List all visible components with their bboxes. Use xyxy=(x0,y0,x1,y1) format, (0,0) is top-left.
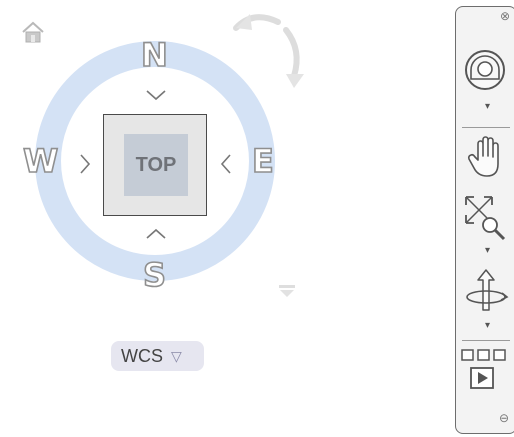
nav-divider xyxy=(462,340,510,341)
viewcube-face-top[interactable]: TOP xyxy=(124,134,188,196)
ucs-menu-button[interactable]: WCS ▽ xyxy=(111,341,204,371)
ucs-menu-label: WCS xyxy=(121,345,163,366)
options-icon[interactable]: ⊖ xyxy=(499,411,509,425)
orbit-icon[interactable] xyxy=(462,266,510,318)
viewcube-menu-icon[interactable] xyxy=(277,283,299,299)
compass-north[interactable]: N xyxy=(140,35,168,75)
showmotion-icon[interactable] xyxy=(460,348,512,396)
steering-wheel-icon[interactable] xyxy=(462,47,508,93)
caret-down-icon: ▽ xyxy=(171,347,182,364)
chevron-right-icon[interactable] xyxy=(78,152,92,176)
chevron-up-icon[interactable] xyxy=(144,227,168,241)
nav-divider xyxy=(462,127,510,128)
compass-east[interactable]: E xyxy=(251,141,274,181)
orbit-dropdown-icon[interactable]: ▾ xyxy=(485,320,490,331)
compass-south[interactable]: S xyxy=(142,255,167,295)
viewcube-face-label: TOP xyxy=(135,153,177,176)
steering-wheel-dropdown-icon[interactable]: ▾ xyxy=(485,101,490,112)
close-icon[interactable]: ⊗ xyxy=(500,9,510,23)
pan-hand-icon[interactable] xyxy=(466,134,508,180)
chevron-left-icon[interactable] xyxy=(219,152,233,176)
rotate-view-icon[interactable] xyxy=(228,4,318,94)
chevron-down-icon[interactable] xyxy=(144,88,168,102)
compass-west[interactable]: W xyxy=(22,141,59,181)
navigation-bar: ⊗ ▾ ▾ ▾ ⊖ xyxy=(455,6,514,434)
zoom-dropdown-icon[interactable]: ▾ xyxy=(485,245,490,256)
zoom-extents-icon[interactable] xyxy=(462,193,510,243)
